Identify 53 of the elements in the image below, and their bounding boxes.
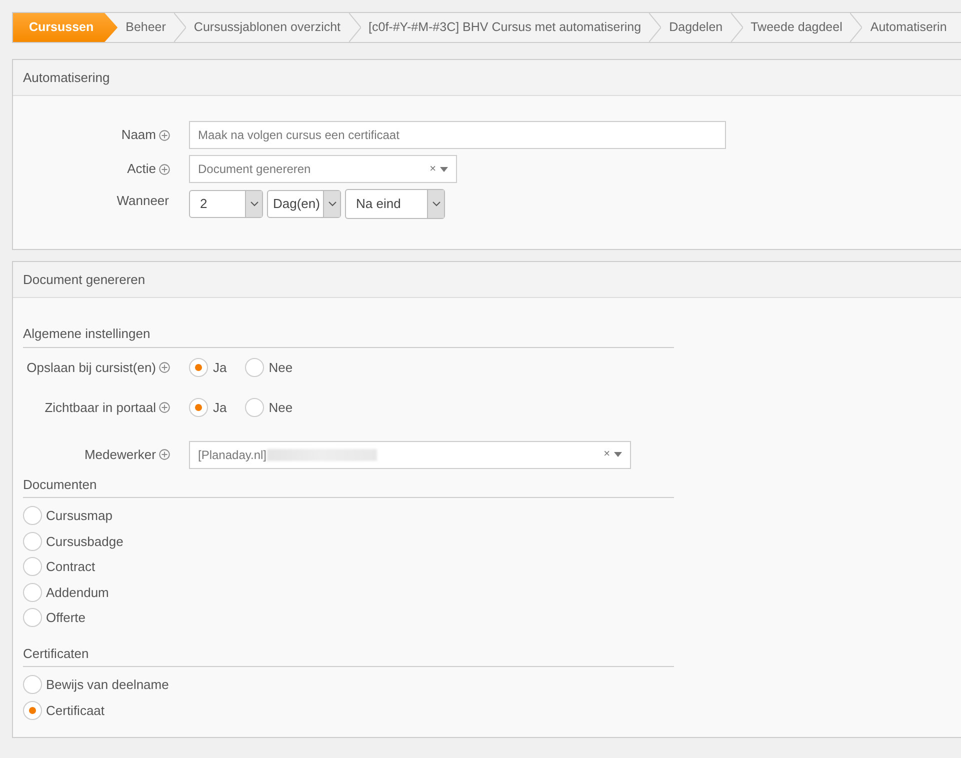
add-icon[interactable] (159, 362, 170, 373)
radio-label: Nee (268, 399, 293, 417)
radio-button[interactable] (244, 358, 264, 377)
radio-button[interactable] (23, 675, 42, 694)
chevron-down-icon (432, 201, 440, 207)
radio-button[interactable] (23, 532, 42, 551)
radio-button[interactable] (23, 506, 42, 526)
radio-label: Cursusbadge (46, 532, 124, 551)
caret-down-icon (614, 452, 622, 457)
name-input[interactable]: Maak na volgen cursus een certificaat (189, 121, 726, 149)
radio-button[interactable] (244, 398, 264, 418)
radio-label: Contract (46, 558, 96, 576)
clear-icon[interactable]: × (430, 160, 436, 178)
field-label: Actie (127, 160, 156, 178)
panel-title: Automatisering (13, 60, 961, 96)
radio-button[interactable] (189, 398, 208, 418)
field-label: Opslaan bij cursist(en) (26, 358, 156, 377)
radio-label: Ja (213, 358, 227, 376)
select-value: Document genereren (198, 161, 311, 178)
select-value: [Planaday.nl] (198, 446, 266, 464)
caret-down-icon (440, 166, 448, 172)
chevron-down-icon (328, 201, 336, 207)
dropdown[interactable]: Na eind (345, 189, 445, 219)
radio-label: Nee (268, 358, 293, 376)
clear-icon[interactable]: × (604, 446, 610, 463)
radio-button[interactable] (23, 557, 42, 576)
section-heading: Certificaten (23, 644, 674, 667)
radio-button[interactable] (23, 582, 42, 602)
add-icon[interactable] (159, 449, 170, 460)
radio-label: Ja (213, 399, 227, 417)
add-icon[interactable] (159, 130, 170, 140)
section-heading: Algemene instellingen (23, 324, 674, 348)
radio-button[interactable] (23, 608, 42, 628)
radio-button[interactable] (189, 358, 208, 377)
radio-button[interactable] (23, 700, 42, 720)
field-label: Zichtbaar in portaal (44, 399, 156, 417)
field-label: Wanneer (116, 192, 169, 210)
add-icon[interactable] (159, 402, 170, 414)
radio-label: Offerte (46, 609, 86, 627)
dropdown[interactable]: 2 (189, 190, 263, 218)
action-select[interactable]: Document genereren × (189, 155, 457, 183)
radio-label: Certificaat (46, 702, 105, 720)
field-label: Naam (121, 126, 156, 144)
employee-select[interactable]: [Planaday.nl] × (189, 440, 631, 468)
add-icon[interactable] (159, 164, 170, 174)
section-heading: Documenten (23, 474, 674, 498)
radio-label: Bewijs van deelname (46, 676, 169, 694)
radio-label: Cursusmap (46, 507, 112, 525)
radio-label: Addendum (46, 584, 109, 602)
chevron-down-icon (250, 201, 258, 207)
field-label: Medewerker (84, 446, 156, 464)
panel-title: Document genereren (13, 262, 961, 298)
dropdown[interactable]: Dag(en) (267, 190, 341, 218)
